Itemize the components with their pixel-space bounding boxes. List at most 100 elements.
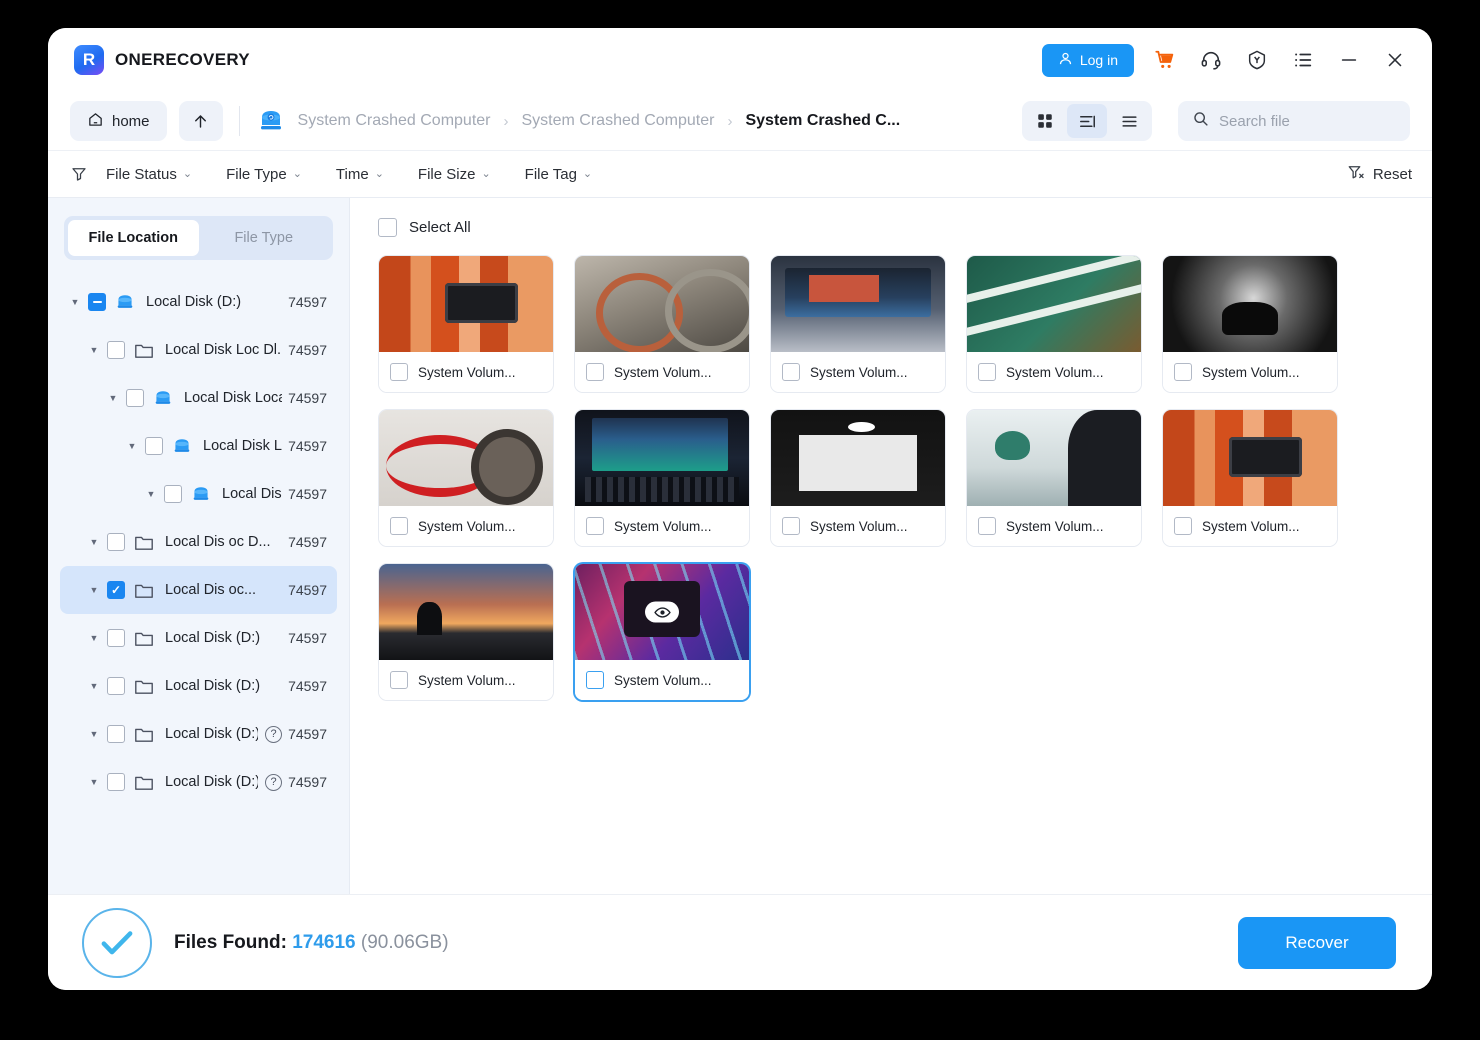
file-thumbnail[interactable] <box>379 256 553 352</box>
file-thumbnail[interactable] <box>1163 256 1337 352</box>
caret-down-icon[interactable]: ▼ <box>85 345 103 355</box>
filter-file-tag[interactable]: File Tag ⌄ <box>525 166 592 183</box>
file-checkbox[interactable] <box>782 363 800 381</box>
file-card[interactable]: System Volum... <box>378 255 554 393</box>
file-card[interactable]: System Volum... <box>574 409 750 547</box>
tree-node-checkbox[interactable] <box>145 437 163 455</box>
filter-funnel-icon[interactable] <box>70 165 88 183</box>
tree-node-checkbox[interactable] <box>107 677 125 695</box>
tree-node-checkbox[interactable] <box>107 773 125 791</box>
filter-file-type[interactable]: File Type ⌄ <box>226 166 302 183</box>
file-checkbox[interactable] <box>978 363 996 381</box>
tree-node[interactable]: ▼Local Disk Local74597 <box>60 470 337 518</box>
tree-node-checkbox[interactable] <box>107 725 125 743</box>
file-checkbox[interactable] <box>1174 363 1192 381</box>
tree-node[interactable]: ▼Local Disk (D:)74597 <box>60 614 337 662</box>
up-directory-button[interactable] <box>179 101 223 141</box>
help-question-icon[interactable]: ? <box>265 774 282 791</box>
tree-node[interactable]: ▼Local Disk Local...74597 <box>60 422 337 470</box>
tree-node-checkbox[interactable] <box>88 293 106 311</box>
tree-node-checkbox[interactable] <box>107 533 125 551</box>
file-checkbox[interactable] <box>390 517 408 535</box>
file-checkbox[interactable] <box>978 517 996 535</box>
file-thumbnail[interactable] <box>967 256 1141 352</box>
breadcrumb-item-1[interactable]: System Crashed Computer <box>522 112 715 130</box>
shield-award-icon[interactable] <box>1242 45 1272 75</box>
close-icon[interactable] <box>1380 45 1410 75</box>
file-card[interactable]: System Volum... <box>770 409 946 547</box>
tab-file-type[interactable]: File Type <box>199 220 330 256</box>
filter-file-status[interactable]: File Status ⌄ <box>106 166 192 183</box>
file-thumbnail[interactable] <box>575 564 749 660</box>
caret-down-icon[interactable]: ▼ <box>85 681 103 691</box>
tree-node-checkbox[interactable] <box>107 341 125 359</box>
recover-button[interactable]: Recover <box>1238 917 1396 969</box>
tree-node[interactable]: ▼Local Disk (D:)?74597 <box>60 758 337 806</box>
file-thumbnail[interactable] <box>575 256 749 352</box>
file-card[interactable]: System Volum... <box>1162 255 1338 393</box>
file-card[interactable]: System Volum... <box>1162 409 1338 547</box>
file-thumbnail[interactable] <box>379 564 553 660</box>
tree-node[interactable]: ▼Local Dis oc D...74597 <box>60 518 337 566</box>
headset-support-icon[interactable] <box>1196 45 1226 75</box>
file-card[interactable]: System Volum... <box>770 255 946 393</box>
detail-view-icon[interactable] <box>1067 104 1107 138</box>
file-card[interactable]: System Volum... <box>378 563 554 701</box>
file-checkbox[interactable] <box>586 517 604 535</box>
tree-node[interactable]: ▼Local Disk Loc Dl...74597 <box>60 326 337 374</box>
caret-down-icon[interactable]: ▼ <box>142 489 160 499</box>
file-thumbnail[interactable] <box>379 410 553 506</box>
caret-down-icon[interactable]: ▼ <box>104 393 122 403</box>
breadcrumb-item-0[interactable]: System Crashed Computer <box>298 112 491 130</box>
tree-node-checkbox[interactable]: ✓ <box>107 581 125 599</box>
tree-node[interactable]: ▼✓Local Dis oc...74597 <box>60 566 337 614</box>
list-menu-icon[interactable] <box>1288 45 1318 75</box>
filter-time[interactable]: Time ⌄ <box>336 166 384 183</box>
caret-down-icon[interactable]: ▼ <box>85 729 103 739</box>
home-button[interactable]: home <box>70 101 167 141</box>
breadcrumb-item-2[interactable]: System Crashed C... <box>745 112 900 130</box>
file-thumbnail[interactable] <box>575 410 749 506</box>
file-thumbnail[interactable] <box>1163 410 1337 506</box>
file-card[interactable]: System Volum... <box>574 255 750 393</box>
file-checkbox[interactable] <box>782 517 800 535</box>
tree-node-checkbox[interactable] <box>107 629 125 647</box>
file-checkbox[interactable] <box>390 671 408 689</box>
file-thumbnail[interactable] <box>967 410 1141 506</box>
file-checkbox[interactable] <box>1174 517 1192 535</box>
preview-eye-icon[interactable] <box>645 602 679 623</box>
caret-down-icon[interactable]: ▼ <box>85 585 103 595</box>
tree-node[interactable]: ▼Local Disk (D:)?74597 <box>60 710 337 758</box>
file-checkbox[interactable] <box>586 363 604 381</box>
tree-node-checkbox[interactable] <box>164 485 182 503</box>
search-input[interactable] <box>1219 113 1396 130</box>
tree-node-checkbox[interactable] <box>126 389 144 407</box>
login-button[interactable]: Log in <box>1042 44 1134 77</box>
filter-file-size[interactable]: File Size ⌄ <box>418 166 491 183</box>
caret-down-icon[interactable]: ▼ <box>85 777 103 787</box>
tree-node[interactable]: ▼Local Disk (D:)74597 <box>60 662 337 710</box>
search-box[interactable] <box>1178 101 1410 141</box>
list-view-icon[interactable] <box>1109 104 1149 138</box>
caret-down-icon[interactable]: ▼ <box>85 633 103 643</box>
caret-down-icon[interactable]: ▼ <box>66 297 84 307</box>
file-card[interactable]: System Volum... <box>966 255 1142 393</box>
cart-icon[interactable] <box>1150 45 1180 75</box>
file-card[interactable]: System Volum... <box>378 409 554 547</box>
caret-down-icon[interactable]: ▼ <box>85 537 103 547</box>
file-checkbox[interactable] <box>586 671 604 689</box>
tab-file-location[interactable]: File Location <box>68 220 199 256</box>
file-card[interactable]: System Volum... <box>574 563 750 701</box>
caret-down-icon[interactable]: ▼ <box>123 441 141 451</box>
tree-node[interactable]: ▼Local Disk (D:)74597 <box>60 278 337 326</box>
help-question-icon[interactable]: ? <box>265 726 282 743</box>
select-all-checkbox[interactable] <box>378 218 397 237</box>
file-checkbox[interactable] <box>390 363 408 381</box>
file-thumbnail[interactable] <box>771 256 945 352</box>
file-thumbnail[interactable] <box>771 410 945 506</box>
file-card[interactable]: System Volum... <box>966 409 1142 547</box>
select-all-row[interactable]: Select All <box>378 218 1410 237</box>
grid-view-icon[interactable] <box>1025 104 1065 138</box>
tree-node[interactable]: ▼Local Disk Local...74597 <box>60 374 337 422</box>
reset-filters-button[interactable]: Reset <box>1347 163 1412 185</box>
